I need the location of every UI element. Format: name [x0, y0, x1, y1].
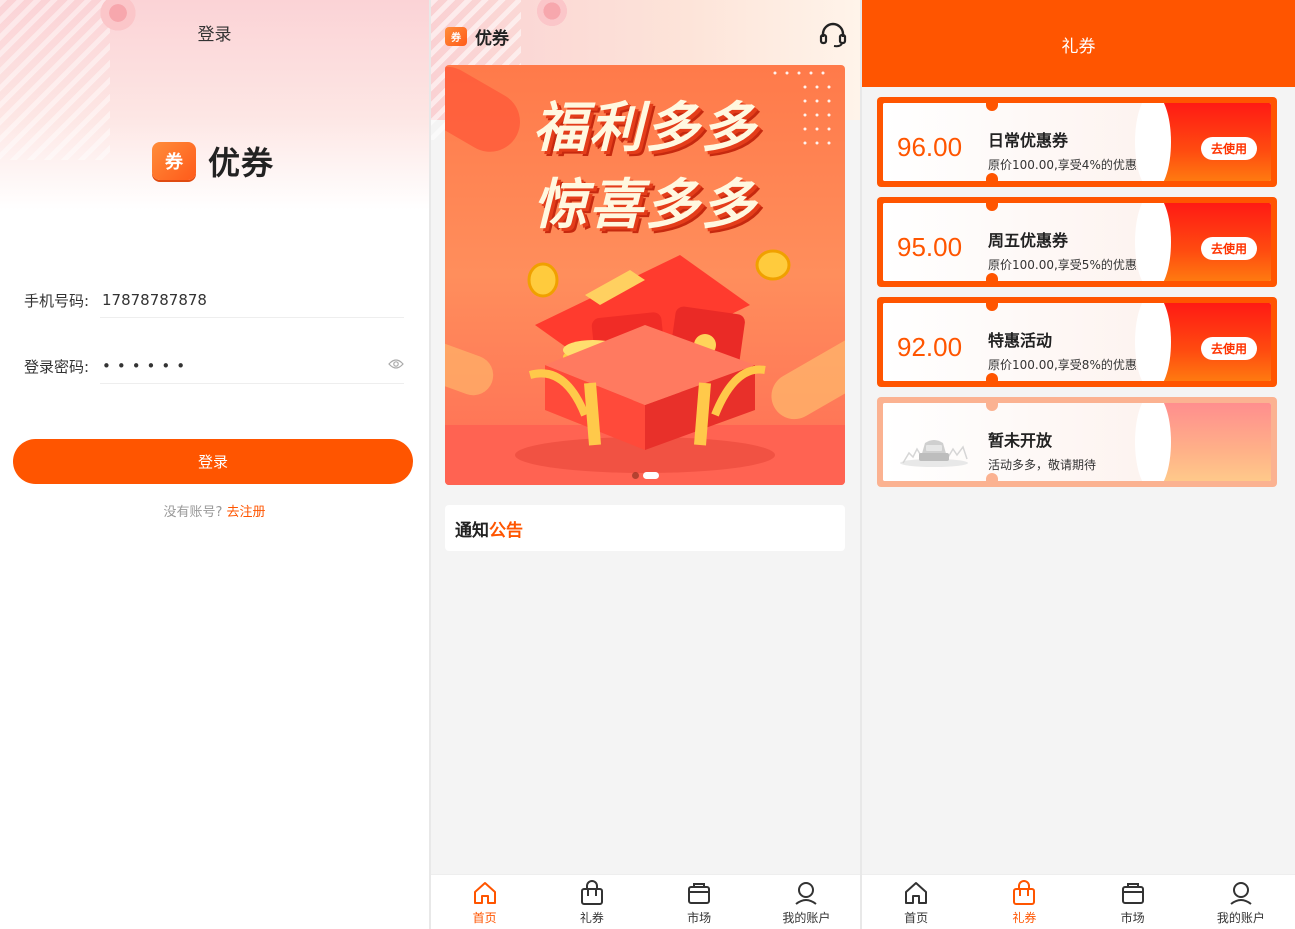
app-logo: 券 优券 — [152, 138, 274, 184]
register-prompt: 没有账号? — [163, 505, 223, 520]
register-row: 没有账号? 去注册 — [0, 501, 429, 520]
login-button[interactable]: 登录 — [13, 439, 413, 484]
coupon-name: 特惠活动 — [988, 331, 1053, 350]
tab-label: 礼券 — [1012, 911, 1037, 925]
bottom-tabbar: 首页 礼券 市场 我的账户 — [862, 874, 1295, 929]
tab-market[interactable]: 市场 — [646, 875, 753, 929]
coupon-name: 周五优惠券 — [988, 231, 1069, 250]
user-icon — [795, 882, 817, 905]
coupon-amount: 92.00 — [897, 332, 963, 362]
tab-label: 首页 — [472, 911, 497, 925]
notice-title-accent: 公告 — [489, 520, 523, 541]
carousel-indicator — [445, 472, 845, 479]
phone-input[interactable] — [100, 282, 404, 318]
password-row: 登录密码: — [24, 348, 404, 384]
use-coupon-button[interactable]: 去使用 — [1201, 337, 1257, 360]
coupon-card[interactable]: 95.00 周五优惠券 原价100.00,享受5%的优惠 去使用 — [877, 197, 1277, 287]
tab-label: 首页 — [904, 911, 929, 925]
notice-section[interactable]: 通知 公告 — [445, 505, 845, 551]
eye-icon[interactable] — [388, 358, 404, 370]
coupon-logo-icon: 券 — [445, 27, 467, 46]
phone-row: 手机号码: — [24, 282, 404, 318]
password-label: 登录密码: — [24, 357, 90, 376]
car-placeholder-icon — [900, 440, 968, 467]
carousel-dot-active[interactable] — [642, 472, 659, 479]
bag-icon — [580, 880, 603, 905]
notice-title: 通知 — [455, 520, 489, 541]
coupon-logo-icon: 券 — [152, 142, 196, 180]
coupon-description: 原价100.00,享受4%的优惠 — [988, 158, 1137, 172]
carousel-dot[interactable] — [631, 472, 639, 479]
coupon-amount: 95.00 — [897, 232, 963, 262]
user-icon — [1230, 882, 1252, 905]
coupon-amount: 96.00 — [897, 132, 963, 162]
tab-account[interactable]: 我的账户 — [753, 875, 860, 929]
coupon-name: 日常优惠券 — [988, 131, 1069, 150]
brand-name: 优券 — [208, 144, 275, 182]
headset-icon[interactable] — [819, 22, 847, 48]
use-coupon-button[interactable]: 去使用 — [1201, 237, 1257, 260]
register-link[interactable]: 去注册 — [226, 505, 265, 520]
coupon-card[interactable]: 92.00 特惠活动 原价100.00,享受8%的优惠 去使用 — [877, 297, 1277, 387]
tab-label: 市场 — [1120, 911, 1145, 925]
bag-icon — [1013, 880, 1036, 905]
tab-home[interactable]: 首页 — [431, 875, 538, 929]
tab-home[interactable]: 首页 — [862, 875, 970, 929]
tab-coupons[interactable]: 礼券 — [538, 875, 645, 929]
shop-icon — [688, 883, 711, 904]
brand-name: 优券 — [475, 29, 509, 49]
home-header: 券 优券 — [445, 24, 509, 49]
page-title: 登录 — [197, 25, 232, 45]
tab-market[interactable]: 市场 — [1079, 875, 1187, 929]
bottom-tabbar: 首页 礼券 市场 我的账户 — [431, 874, 860, 929]
home-icon — [473, 882, 496, 904]
coupon-description: 原价100.00,享受5%的优惠 — [988, 258, 1137, 272]
page-title: 礼券 — [862, 0, 1295, 87]
coupon-card[interactable]: 96.00 日常优惠券 原价100.00,享受4%的优惠 去使用 — [877, 97, 1277, 187]
tab-coupons[interactable]: 礼券 — [970, 875, 1078, 929]
home-screen: 券 优券 福利多多 惊喜多多 通知 公告 首页 礼券 市场 我的账户 — [431, 0, 860, 929]
coupon-card-disabled: 暂未开放 活动多多，敬请期待 — [877, 397, 1277, 487]
login-screen: 登录 券 优券 手机号码: 登录密码: 登录 没有账号?去注册 — [0, 0, 429, 929]
promo-banner[interactable]: 福利多多 惊喜多多 — [445, 65, 845, 485]
coupon-name: 暂未开放 — [988, 431, 1053, 450]
tab-label: 礼券 — [579, 911, 604, 925]
tab-account[interactable]: 我的账户 — [1187, 875, 1295, 929]
banner-headline-1: 福利多多 — [533, 96, 757, 159]
shop-icon — [1121, 883, 1144, 904]
coupon-description: 活动多多，敬请期待 — [988, 458, 1097, 472]
phone-label: 手机号码: — [24, 291, 90, 310]
coupon-description: 原价100.00,享受8%的优惠 — [988, 358, 1137, 372]
home-icon — [905, 882, 928, 904]
banner-headline-2: 惊喜多多 — [533, 173, 757, 236]
tab-label: 我的账户 — [782, 911, 831, 925]
tab-label: 我的账户 — [1216, 911, 1265, 925]
password-input[interactable] — [100, 348, 404, 384]
coupons-screen: 礼券 96.00 日常优惠券 原价100.00,享受4%的优惠 去使用 95.0… — [862, 0, 1295, 929]
tab-label: 市场 — [687, 911, 712, 925]
use-coupon-button[interactable]: 去使用 — [1201, 137, 1257, 160]
